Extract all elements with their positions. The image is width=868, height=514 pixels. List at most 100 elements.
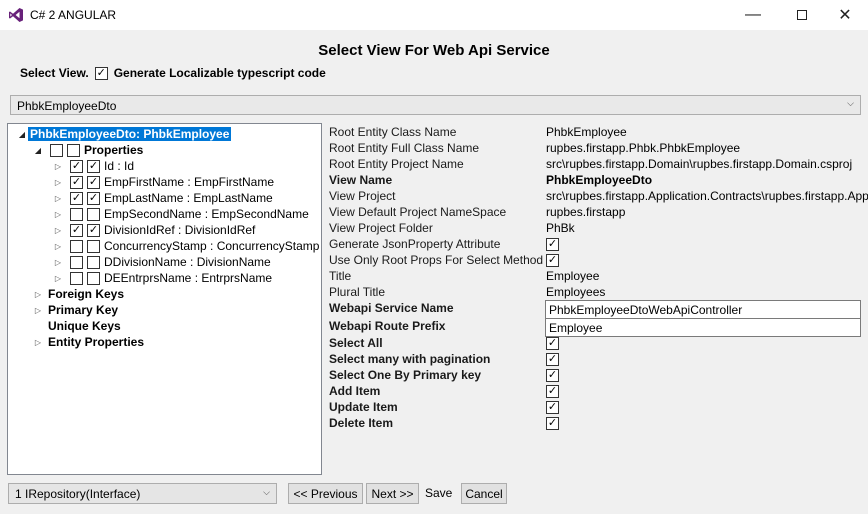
tree-item-label: Id : Id <box>104 159 135 173</box>
tree-item-checkbox-2[interactable] <box>87 223 100 237</box>
tree-group-label: Entity Properties <box>48 335 145 349</box>
select-view-row: Select View. Generate Localizable typesc… <box>20 66 326 80</box>
tree-item-checkbox[interactable] <box>70 271 83 285</box>
tree-root-label[interactable]: PhbkEmployeeDto: PhbkEmployee <box>28 127 232 141</box>
properties-checkbox-2[interactable] <box>67 143 80 157</box>
prop-label: Delete Item <box>329 416 394 430</box>
select-one-checkbox[interactable] <box>546 368 559 382</box>
tree-root[interactable]: ◢ PhbkEmployeeDto: PhbkEmployee <box>16 126 232 142</box>
visual-studio-icon <box>9 8 23 22</box>
save-button[interactable]: Save <box>425 486 452 500</box>
tree-item-checkbox-2[interactable] <box>87 271 100 285</box>
prop-value: Employee <box>546 269 600 283</box>
prop-value: rupbes.firstapp.Phbk.PhbkEmployee <box>546 141 741 155</box>
collapsed-arrow-icon: ▷ <box>34 289 42 299</box>
tree-properties-node[interactable]: ◢ Properties <box>32 142 143 158</box>
tree-group-foreign-keys[interactable]: ▷ Foreign Keys <box>32 286 124 302</box>
prop-label: Root Entity Full Class Name <box>329 141 480 155</box>
webapi-route-prefix-input[interactable] <box>545 318 861 337</box>
chevron-down-icon: ⌵ <box>263 487 270 497</box>
tree-item-checkbox[interactable] <box>70 239 83 253</box>
tree-item-checkbox[interactable] <box>70 255 83 269</box>
tree-item[interactable]: ▷ ConcurrencyStamp : ConcurrencyStamp <box>52 238 320 254</box>
tree-item[interactable]: ▷ EmpSecondName : EmpSecondName <box>52 206 309 222</box>
close-button[interactable]: ✕ <box>822 0 868 30</box>
prop-value: PhBk <box>546 221 575 235</box>
tree-item[interactable]: ▷ Id : Id <box>52 158 134 174</box>
prop-value: PhbkEmployee <box>546 125 627 139</box>
minimize-button[interactable]: — <box>730 0 776 30</box>
collapsed-arrow-icon: ▷ <box>54 209 62 219</box>
tree-item-label: EmpLastName : EmpLastName <box>104 191 273 205</box>
page-heading: Select View For Web Api Service <box>318 42 550 59</box>
tree-item-label: DEEntrprsName : EntrprsName <box>104 271 273 285</box>
tree-item-checkbox[interactable] <box>70 223 83 237</box>
tree-item[interactable]: ▷ DivisionIdRef : DivisionIdRef <box>52 222 255 238</box>
update-item-checkbox[interactable] <box>546 400 559 414</box>
tree-item-checkbox[interactable] <box>70 191 83 205</box>
prop-label: Select All <box>329 336 383 350</box>
prop-label: View Project Folder <box>329 221 433 235</box>
tree-item[interactable]: ▷ DEEntrprsName : EntrprsName <box>52 270 272 286</box>
use-only-root-props-checkbox[interactable] <box>546 253 559 267</box>
prop-label: Add Item <box>329 384 381 398</box>
prop-label: Update Item <box>329 400 398 414</box>
prop-value: src\rupbes.firstapp.Domain\rupbes.firsta… <box>546 157 853 171</box>
prop-label: View Project <box>329 189 396 203</box>
properties-checkbox[interactable] <box>50 143 63 157</box>
tree-group-primary-key[interactable]: ▷ Primary Key <box>32 302 118 318</box>
collapsed-arrow-icon: ▷ <box>54 225 62 235</box>
tree-item-label: DivisionIdRef : DivisionIdRef <box>104 223 256 237</box>
select-many-checkbox[interactable] <box>546 352 559 366</box>
select-all-checkbox[interactable] <box>546 336 559 350</box>
minimize-icon: — <box>745 6 761 23</box>
tree-item-checkbox[interactable] <box>70 159 83 173</box>
tree-item[interactable]: ▷ DDivisionName : DivisionName <box>52 254 271 270</box>
localizable-checkbox[interactable] <box>94 66 108 80</box>
tree-item[interactable]: ▷ EmpLastName : EmpLastName <box>52 190 273 206</box>
prop-label: Webapi Route Prefix <box>329 319 446 333</box>
tree-item-checkbox-2[interactable] <box>87 207 100 221</box>
expanded-arrow-icon: ◢ <box>18 129 26 139</box>
tree-item-checkbox[interactable] <box>70 207 83 221</box>
collapsed-arrow-icon: ▷ <box>54 177 62 187</box>
webapi-service-name-input[interactable] <box>545 300 861 319</box>
prop-value: PhbkEmployeeDto <box>546 173 653 187</box>
cancel-button[interactable]: Cancel <box>461 483 507 504</box>
next-button[interactable]: Next >> <box>366 483 419 504</box>
delete-item-checkbox[interactable] <box>546 416 559 430</box>
tree-item-checkbox-2[interactable] <box>87 191 100 205</box>
title-bar: C# 2 ANGULAR — ✕ <box>0 0 868 30</box>
prop-label: Root Entity Class Name <box>329 125 457 139</box>
add-item-checkbox[interactable] <box>546 384 559 398</box>
tree-item-checkbox-2[interactable] <box>87 255 100 269</box>
maximize-button[interactable] <box>779 0 825 30</box>
localizable-checkbox-label: Generate Localizable typescript code <box>113 66 326 80</box>
tree-item-checkbox-2[interactable] <box>87 159 100 173</box>
window-title: C# 2 ANGULAR <box>30 8 117 22</box>
tree-group-unique-keys[interactable]: Unique Keys <box>32 318 121 334</box>
tree-item-checkbox-2[interactable] <box>87 239 100 253</box>
tree-item[interactable]: ▷ EmpFirstName : EmpFirstName <box>52 174 274 190</box>
prop-label: View Name <box>329 173 393 187</box>
tree-item-label: DDivisionName : DivisionName <box>104 255 271 269</box>
collapsed-arrow-icon: ▷ <box>34 305 42 315</box>
prop-value: Employees <box>546 285 606 299</box>
prop-label: Use Only Root Props For Select Method <box>329 253 544 267</box>
view-select-value: PhbkEmployeeDto <box>17 99 117 113</box>
view-select-dropdown[interactable]: PhbkEmployeeDto ⌵ <box>10 95 861 115</box>
previous-button[interactable]: << Previous <box>288 483 363 504</box>
tree-item-checkbox[interactable] <box>70 175 83 189</box>
generate-jsonproperty-checkbox[interactable] <box>546 237 559 251</box>
repository-dropdown[interactable]: 1 IRepository(Interface) ⌵ <box>8 483 277 504</box>
entity-tree[interactable]: ◢ PhbkEmployeeDto: PhbkEmployee ◢ Proper… <box>7 123 322 475</box>
prop-label: Select One By Primary key <box>329 368 482 382</box>
tree-group-label: Unique Keys <box>48 319 121 333</box>
prop-value: rupbes.firstapp <box>546 205 626 219</box>
tree-group-entity-properties[interactable]: ▷ Entity Properties <box>32 334 144 350</box>
collapsed-arrow-icon: ▷ <box>34 337 42 347</box>
chevron-down-icon: ⌵ <box>847 98 854 108</box>
tree-item-checkbox-2[interactable] <box>87 175 100 189</box>
prop-label: Plural Title <box>329 285 386 299</box>
prop-label: Title <box>329 269 352 283</box>
